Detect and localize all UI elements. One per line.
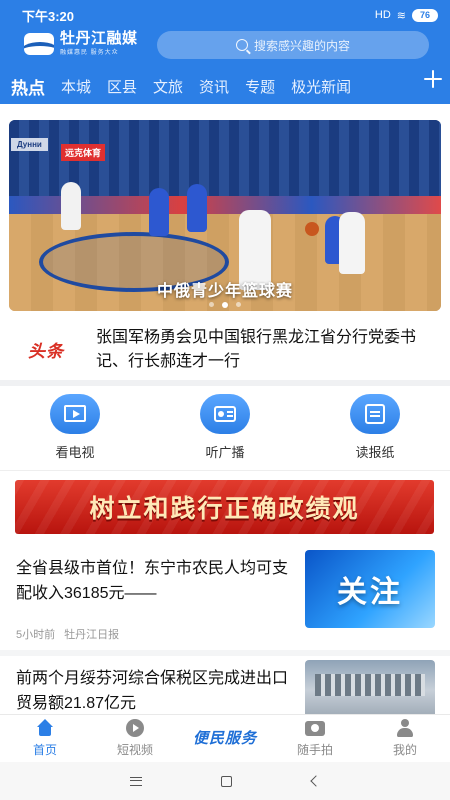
news-meta: 5小时前 牡丹江日报 [16,626,119,642]
video-play-icon [126,719,144,737]
carousel-indicator [9,302,441,308]
channel-tabs: 热点 本城 区县 文旅 资讯 专题 极光新闻 [0,68,450,104]
logo-text: 牡丹江融媒 融媒惠民 服务大众 [60,31,138,57]
bottom-nav: 首页 短视频 便民服务 随手拍 我的 [0,714,450,762]
search-icon [235,39,248,51]
camera-icon [305,721,325,736]
status-bar: 下午3:20 HD ≋ 76 [0,0,450,30]
tab-topics[interactable]: 专题 [245,76,275,97]
logo-title: 牡丹江融媒 [60,31,138,47]
search-input[interactable]: 搜索感兴趣的内容 [157,31,429,59]
quick-link-newspaper[interactable]: 读报纸 [300,394,450,464]
home-icon [36,719,54,737]
tab-culture-travel[interactable]: 文旅 [153,76,183,97]
sponsor-sign: 远克体育 [61,144,106,161]
promo-text: 树立和践行正确政绩观 [89,496,360,523]
app-screen: 下午3:20 HD ≋ 76 牡丹江融媒 融媒惠民 服务大众 搜索感兴趣的内容 … [0,0,450,800]
quick-links: 看电视 听广播 读报纸 [0,394,450,464]
news-title[interactable]: 全省县级市首位！东宁市农民人均可支配收入36185元—— [16,556,288,606]
arena-sign: Дунни [11,138,48,151]
carousel-caption: 中俄青少年篮球赛 [156,283,293,300]
tab-aurora-news[interactable]: 极光新闻 [291,76,351,97]
app-logo[interactable]: 牡丹江融媒 融媒惠民 服务大众 [24,32,138,56]
hero-carousel[interactable]: Дунни 远克体育 中俄青少年篮球赛 [9,120,441,311]
nav-home[interactable]: 首页 [0,715,90,762]
wifi-icon: ≋ [396,9,406,22]
news-source: 牡丹江日报 [64,629,120,641]
tab-districts[interactable]: 区县 [107,76,137,97]
quick-link-tv[interactable]: 看电视 [0,394,150,464]
tab-hot[interactable]: 热点 [11,74,45,99]
nav-convenience-service[interactable]: 便民服务 [180,715,270,762]
player-figure [339,212,365,274]
system-home-icon[interactable] [221,775,233,787]
headline-row[interactable]: 头条 张国军杨勇会见中国银行黑龙江省分行党委书记、行长郝连才一行 [0,318,450,380]
back-icon[interactable] [310,775,322,787]
carousel-dot[interactable] [209,302,214,307]
carousel-dot[interactable] [236,302,241,307]
recent-apps-icon[interactable] [129,776,142,786]
divider [0,470,450,471]
search-placeholder: 搜索感兴趣的内容 [253,38,350,53]
news-item[interactable]: 前两个月绥芬河综合保税区完成进出口贸易额21.87亿元 [0,656,450,716]
logo-wave-icon [24,33,54,55]
logo-subtitle: 融媒惠民 服务大众 [60,50,119,56]
player-figure [61,182,81,230]
tv-play-icon [50,394,100,434]
nav-snapshot[interactable]: 随手拍 [270,715,360,762]
quick-link-radio[interactable]: 听广播 [150,394,300,464]
add-channel-icon[interactable] [424,70,442,88]
headline-title[interactable]: 张国军杨勇会见中国银行黑龙江省分行党委书记、行长郝连才一行 [96,326,432,374]
newspaper-icon [350,394,400,434]
tab-info[interactable]: 资讯 [199,76,229,97]
nav-label: 短视频 [116,743,153,757]
player-figure [149,188,169,236]
service-label: 便民服务 [193,730,258,747]
nav-label: 首页 [32,743,57,757]
top-bar: 牡丹江融媒 融媒惠民 服务大众 搜索感兴趣的内容 [0,30,450,64]
carousel-dot-active[interactable] [222,302,228,308]
thumbnail-text: 关注 [337,576,403,609]
network-label: HD [374,9,391,21]
quick-link-label: 读报纸 [355,445,395,460]
nav-label: 随手拍 [296,743,333,757]
news-time: 5小时前 [16,629,56,641]
quick-link-label: 看电视 [55,445,95,460]
tab-city[interactable]: 本城 [61,76,91,97]
status-indicators: HD ≋ 76 [374,8,438,22]
nav-short-video[interactable]: 短视频 [90,715,180,762]
basketball-icon [305,222,319,236]
promo-banner[interactable]: 树立和践行正确政绩观 [15,480,434,534]
radio-icon [200,394,250,434]
nav-mine[interactable]: 我的 [360,715,450,762]
news-thumbnail[interactable] [305,660,435,716]
quick-link-label: 听广播 [205,445,245,460]
news-item[interactable]: 全省县级市首位！东宁市农民人均可支配收入36185元—— 5小时前 牡丹江日报 … [0,546,450,650]
news-title[interactable]: 前两个月绥芬河综合保税区完成进出口贸易额21.87亿元 [16,666,288,716]
header: 下午3:20 HD ≋ 76 牡丹江融媒 融媒惠民 服务大众 搜索感兴趣的内容 … [0,0,450,104]
system-nav-bar [0,762,450,800]
status-time: 下午3:20 [22,8,75,24]
battery-icon: 76 [412,8,438,22]
nav-label: 我的 [392,743,417,757]
section-divider [0,380,450,386]
headline-tag: 头条 [28,342,64,361]
user-icon [396,719,414,737]
news-thumbnail[interactable]: 关注 [305,550,435,628]
player-figure [187,184,207,232]
